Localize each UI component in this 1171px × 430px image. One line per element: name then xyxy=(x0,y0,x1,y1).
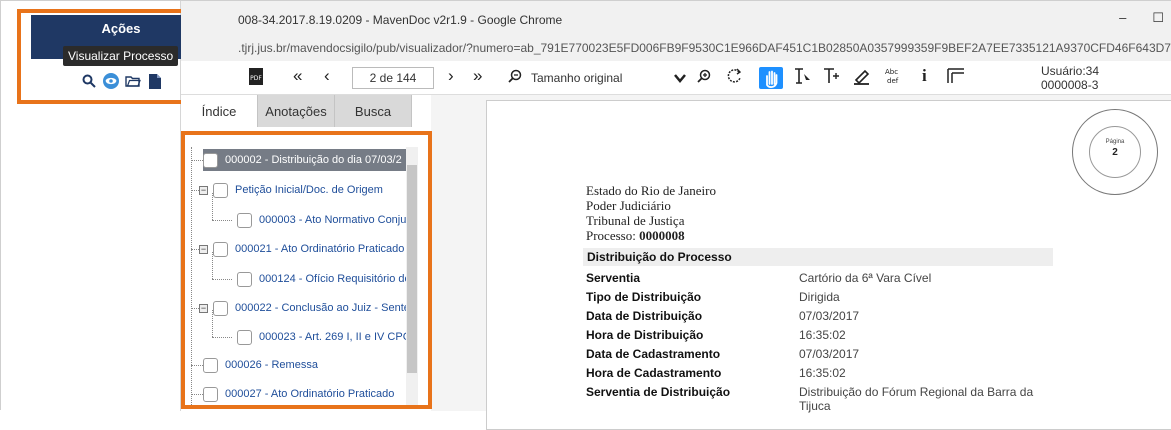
window-title: 008-34.2017.8.19.0209 - MavenDoc v2r1.9 … xyxy=(181,1,1171,37)
letterhead: Estado do Rio de Janeiro Poder Judiciári… xyxy=(586,183,716,243)
pdf-icon[interactable]: PDF xyxy=(249,68,263,88)
zoom-out-icon[interactable] xyxy=(508,69,522,86)
svg-text:PDF: PDF xyxy=(250,75,262,82)
processo-label: Processo: xyxy=(586,228,636,243)
info-icon[interactable]: i xyxy=(922,66,927,86)
window-controls: – ☐ xyxy=(1119,10,1164,26)
document-page: Página 2 Estado do Rio de Janeiro Poder … xyxy=(486,100,1171,430)
field-value: 16:35:02 xyxy=(799,328,846,342)
field-value: 07/03/2017 xyxy=(799,347,860,361)
previous-page-icon[interactable]: ‹ xyxy=(324,66,330,86)
page-stamp: Página 2 xyxy=(1072,109,1158,195)
layout-icon[interactable] xyxy=(946,67,966,88)
stamp-inner: Página 2 xyxy=(1089,126,1141,178)
page-number-input[interactable]: 2 de 144 xyxy=(352,67,434,89)
stamp-page-number: 2 xyxy=(1112,147,1118,158)
field-value: Cartório da 6ª Vara Cível xyxy=(799,271,932,285)
stamp-page-label: Página xyxy=(1105,139,1125,145)
section-title: Distribuição do Processo xyxy=(583,248,1053,266)
user-info: Usuário:34 0000008-3 xyxy=(1041,64,1099,92)
hand-tool-button[interactable] xyxy=(759,67,783,89)
field-key: Serventia xyxy=(586,271,641,285)
highlighter-icon[interactable] xyxy=(853,67,871,88)
highlight-box-tree xyxy=(181,131,432,409)
tab-indice[interactable]: Índice xyxy=(181,95,258,127)
field-value: Distribuição do Fórum Regional da Barra … xyxy=(799,385,1034,413)
text-format-icon[interactable]: Abc def xyxy=(884,66,902,89)
tab-busca[interactable]: Busca xyxy=(335,95,412,127)
field-value: Dirigida xyxy=(799,290,840,304)
rotate-icon[interactable] xyxy=(727,68,743,87)
processo-line: Processo: 0000008 xyxy=(586,228,716,243)
text-select-icon[interactable] xyxy=(793,67,813,88)
minimize-button[interactable]: – xyxy=(1119,10,1126,26)
next-page-icon[interactable]: › xyxy=(448,66,454,86)
field-key: Data de Distribuição xyxy=(586,309,703,323)
field-key: Tipo de Distribuição xyxy=(586,290,702,304)
window-title-text: 008-34.2017.8.19.0209 - MavenDoc v2r1.9 … xyxy=(238,13,563,27)
side-tabs: Índice Anotações Busca xyxy=(181,95,413,127)
text-insert-icon[interactable] xyxy=(822,67,840,88)
field-key: Hora de Distribuição xyxy=(586,328,704,342)
field-key: Serventia de Distribuição xyxy=(586,385,731,399)
processo-number: 0000008 xyxy=(639,228,685,243)
maximize-button[interactable]: ☐ xyxy=(1152,10,1164,26)
user-id: 0000008-3 xyxy=(1041,78,1099,92)
svg-text:Abc: Abc xyxy=(885,68,898,76)
field-value: 16:35:02 xyxy=(799,366,846,380)
field-value: 07/03/2017 xyxy=(799,309,860,323)
tab-anotacoes[interactable]: Anotações xyxy=(258,95,335,127)
last-page-icon[interactable]: » xyxy=(473,66,482,86)
letterhead-line: Poder Judiciário xyxy=(586,198,671,213)
first-page-icon[interactable]: « xyxy=(293,66,302,86)
screen: Ações Visualizar Processo 008-34.2017.8.… xyxy=(0,0,1171,430)
zoom-select[interactable]: Tamanho original xyxy=(531,71,622,85)
address-bar[interactable]: .tjrj.jus.br/mavendocsigilo/pub/visualiz… xyxy=(181,37,1171,61)
url-text: .tjrj.jus.br/mavendocsigilo/pub/visualiz… xyxy=(238,41,1171,55)
field-key: Hora de Cadastramento xyxy=(586,366,722,380)
user-label: Usuário:34 xyxy=(1041,64,1100,78)
svg-text:def: def xyxy=(887,77,899,85)
zoom-in-icon[interactable] xyxy=(697,69,711,86)
document-viewer[interactable]: Página 2 Estado do Rio de Janeiro Poder … xyxy=(431,95,1171,430)
field-key: Data de Cadastramento xyxy=(586,347,721,361)
letterhead-line: Estado do Rio de Janeiro xyxy=(586,183,716,198)
viewer-toolbar: PDF « ‹ 2 de 144 › » Tamanho original Ab… xyxy=(181,61,1171,95)
chevron-down-icon[interactable] xyxy=(674,71,686,86)
letterhead-line: Tribunal de Justiça xyxy=(586,213,685,228)
